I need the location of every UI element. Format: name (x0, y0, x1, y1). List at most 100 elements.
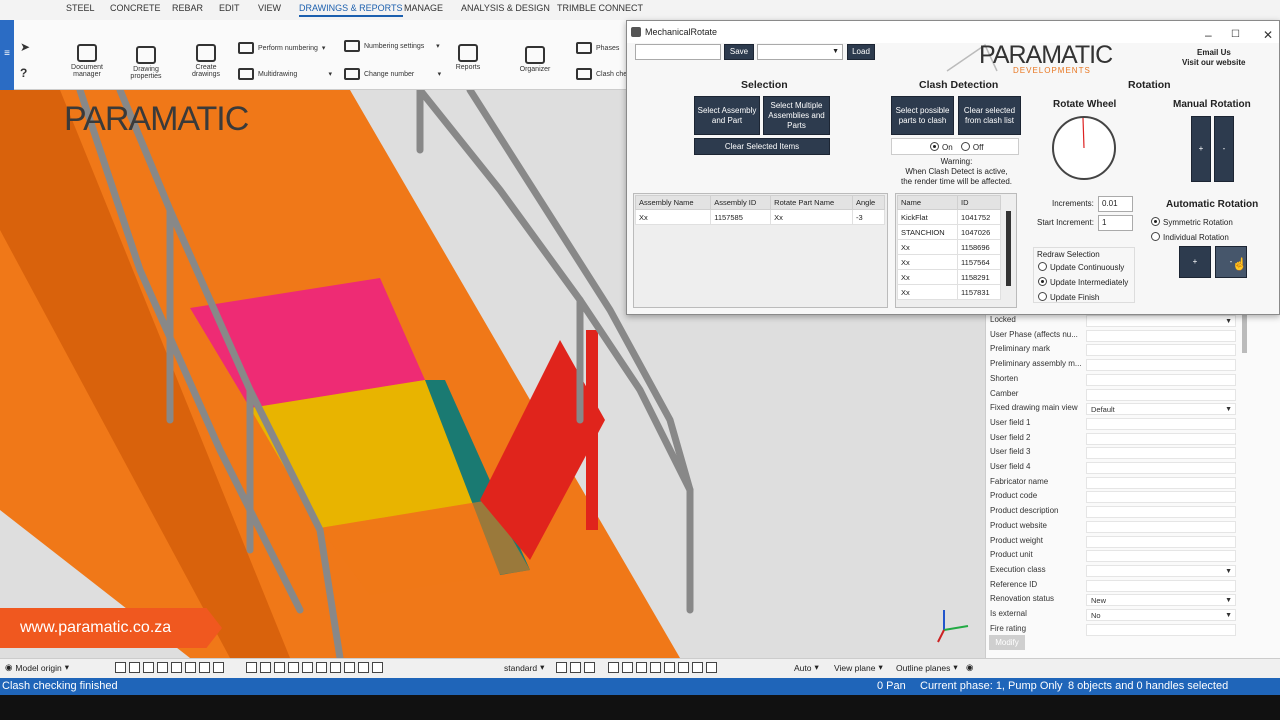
manual-minus-button[interactable]: - (1214, 116, 1234, 182)
clear-selected-button[interactable]: Clear Selected Items (694, 138, 830, 155)
close-icon[interactable]: ✕ (1263, 24, 1273, 46)
file-name-input[interactable] (635, 44, 721, 60)
website-banner[interactable]: www.paramatic.co.za (0, 608, 222, 648)
property-value[interactable] (1086, 447, 1236, 460)
planes-switches[interactable] (608, 662, 717, 673)
selection-switches[interactable] (115, 662, 224, 673)
table-cell[interactable]: Xx (896, 239, 959, 255)
select-arrow-icon[interactable]: ➤ (20, 40, 30, 54)
table-row[interactable]: Xx 1157585 Xx -3 (634, 209, 885, 225)
property-value[interactable] (1086, 579, 1236, 592)
column-header[interactable]: Angle (852, 195, 885, 210)
start-increment-input[interactable]: 1 (1098, 215, 1133, 231)
property-value[interactable] (1086, 329, 1236, 342)
property-value[interactable] (1086, 373, 1236, 386)
table-cell[interactable]: 1157564 (957, 254, 1001, 270)
email-link[interactable]: Email Us (1197, 48, 1231, 57)
perform-numbering-button[interactable]: Perform numbering ▾ (238, 42, 325, 54)
table-cell[interactable]: 1158696 (957, 239, 1001, 255)
model-origin-dropdown[interactable]: ◉ Model origin ▾ (5, 662, 69, 673)
table-cell[interactable]: STANCHION (896, 224, 959, 240)
clear-clash-list-button[interactable]: Clear selected from clash list (958, 96, 1021, 135)
property-value[interactable] (1086, 417, 1236, 430)
property-value[interactable] (1086, 506, 1236, 519)
table-row[interactable]: Xx 1157564 (896, 254, 1001, 270)
table-cell[interactable]: 1157585 (710, 209, 772, 225)
property-value[interactable]: New ▼ (1086, 594, 1236, 607)
property-value[interactable] (1086, 476, 1236, 489)
table-cell[interactable]: Xx (770, 209, 853, 225)
property-value[interactable]: ▼ (1086, 564, 1236, 577)
status-phase[interactable]: Current phase: 1, Pump Only (920, 680, 1062, 692)
tab-concrete[interactable]: CONCRETE (110, 3, 161, 13)
view-switches[interactable] (556, 662, 595, 673)
change-number-button[interactable]: Change number ▾ (344, 68, 441, 80)
chevron-down-icon[interactable]: ▼ (1225, 595, 1232, 606)
document-manager-button[interactable]: Document manager (68, 44, 106, 78)
create-drawings-button[interactable]: Create drawings (182, 44, 230, 78)
property-value[interactable] (1086, 623, 1236, 636)
phases-button[interactable]: Phases (576, 42, 619, 54)
property-value[interactable] (1086, 535, 1236, 548)
column-header[interactable]: Assembly Name (634, 195, 712, 210)
table-cell[interactable]: Xx (634, 209, 712, 225)
multidrawing-button[interactable]: Multidrawing ▾ (238, 68, 332, 80)
column-header[interactable]: Assembly ID (710, 195, 772, 210)
property-value[interactable] (1086, 462, 1236, 474)
redraw-finish-radio[interactable]: Update Finish (1038, 292, 1099, 302)
table-row[interactable]: KickFlat 1041752 (896, 209, 1001, 225)
table-cell[interactable]: Xx (896, 254, 959, 270)
snap-switches[interactable] (246, 662, 383, 673)
select-multiple-button[interactable]: Select Multiple Assemblies and Parts (763, 96, 830, 135)
table-row[interactable]: Xx 1157831 (896, 284, 1001, 300)
tab-manage[interactable]: MANAGE (404, 3, 443, 13)
modify-button[interactable]: Modify (989, 635, 1025, 650)
drawing-properties-button[interactable]: Drawing properties (120, 46, 172, 80)
minimize-icon[interactable]: – (1205, 24, 1212, 46)
table-row[interactable]: Xx 1158291 (896, 269, 1001, 285)
eye-toggle-icon[interactable]: ◉ (966, 662, 973, 673)
table-cell[interactable]: Xx (896, 269, 959, 285)
tab-drawings-reports[interactable]: DRAWINGS & REPORTS (299, 3, 403, 17)
organizer-button[interactable]: Organizer (515, 46, 555, 73)
outline-planes-dropdown[interactable]: Outline planes ▾ (896, 662, 958, 673)
table-cell[interactable]: -3 (852, 209, 885, 225)
chevron-down-icon[interactable]: ▼ (1225, 566, 1232, 577)
column-header[interactable]: Name (896, 195, 959, 210)
chevron-down-icon[interactable]: ▼ (1225, 404, 1232, 415)
table-cell[interactable]: 1157831 (957, 284, 1001, 300)
tab-analysis-design[interactable]: ANALYSIS & DESIGN (461, 3, 550, 13)
property-value[interactable] (1086, 359, 1236, 372)
table-cell[interactable]: 1041752 (957, 209, 1001, 225)
table-cell[interactable]: 1047026 (957, 224, 1001, 240)
increments-input[interactable]: 0.01 (1098, 196, 1133, 212)
clash-on-radio[interactable]: On (930, 142, 953, 152)
preset-select[interactable]: ▼ (757, 44, 843, 60)
property-value[interactable]: No ▼ (1086, 609, 1236, 621)
auto-plus-button[interactable]: + (1179, 246, 1211, 278)
save-button[interactable]: Save (724, 44, 754, 60)
manual-plus-button[interactable]: + (1191, 116, 1211, 182)
help-icon[interactable]: ? (20, 66, 27, 80)
redraw-continuous-radio[interactable]: Update Continuously (1038, 262, 1124, 272)
property-value[interactable] (1086, 491, 1236, 504)
table-cell[interactable]: Xx (896, 284, 959, 300)
select-assembly-button[interactable]: Select Assembly and Part (694, 96, 760, 135)
load-button[interactable]: Load (847, 44, 875, 60)
property-value[interactable]: Default ▼ (1086, 403, 1236, 416)
dialog-titlebar[interactable]: MechanicalRotate – ☐ ✕ (627, 21, 1279, 43)
side-menu-toggle[interactable]: ≡ (0, 20, 14, 90)
table-cell[interactable]: 1158291 (957, 269, 1001, 285)
clash-off-radio[interactable]: Off (960, 142, 983, 152)
column-header[interactable]: ID (957, 195, 1001, 210)
auto-minus-button[interactable]: - ☝ (1215, 246, 1247, 278)
property-value[interactable] (1086, 432, 1236, 445)
website-link[interactable]: www.paramatic.co.za (20, 619, 171, 637)
property-value[interactable] (1086, 388, 1236, 401)
view-plane-dropdown[interactable]: View plane ▾ (834, 662, 883, 673)
table-row[interactable]: STANCHION 1047026 (896, 224, 1001, 240)
properties-scrollbar[interactable] (1242, 313, 1247, 353)
property-value[interactable] (1086, 344, 1236, 357)
numbering-settings-button[interactable]: Numbering settings ▾ (344, 40, 440, 52)
property-value[interactable]: ▼ (1086, 315, 1236, 327)
